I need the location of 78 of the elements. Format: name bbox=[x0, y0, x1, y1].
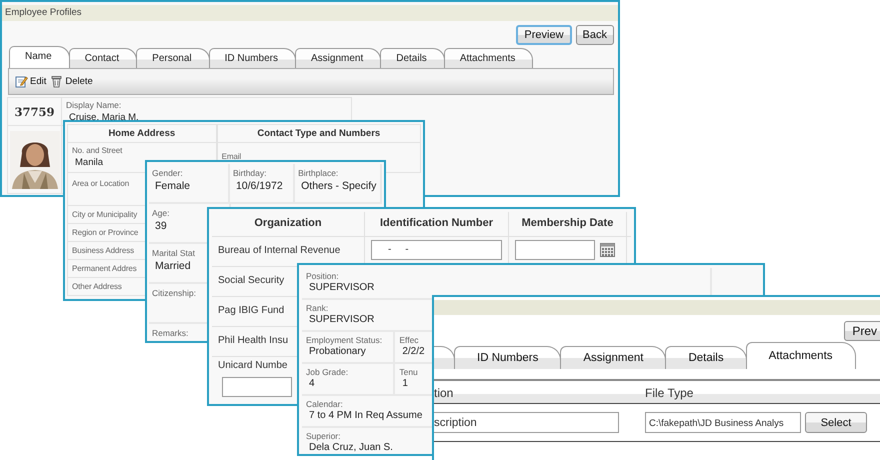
field-value: Dela Cruz, Juan S. bbox=[308, 442, 393, 453]
field-value: 39 bbox=[154, 220, 167, 232]
field-value: Others - Specify bbox=[300, 180, 376, 192]
field-label: Effec bbox=[399, 335, 419, 345]
field-label: Superior: bbox=[306, 431, 340, 441]
back-button[interactable]: Back bbox=[576, 25, 614, 45]
field-value: 2/2/2 bbox=[401, 346, 425, 357]
preview-button[interactable]: Preview bbox=[516, 25, 572, 45]
field-label: Job Grade: bbox=[306, 367, 348, 377]
field-label: Tenu bbox=[399, 367, 418, 377]
tab[interactable]: ID Numbers bbox=[208, 48, 296, 68]
field-value: Married bbox=[154, 260, 191, 272]
organization-name: Phil Health Insu bbox=[218, 335, 288, 346]
field-label: Gender: bbox=[152, 168, 183, 178]
field-value: 10/6/1972 bbox=[234, 180, 283, 192]
field-label: Area or Location bbox=[72, 179, 130, 188]
field-value: SUPERVISOR bbox=[308, 314, 374, 325]
field-label: Marital Stat bbox=[152, 248, 195, 258]
column-header: tion bbox=[434, 385, 454, 402]
tab[interactable]: Assignment bbox=[560, 346, 666, 369]
column-header: Organization bbox=[212, 212, 365, 236]
field-label: Citizenship: bbox=[152, 288, 196, 298]
organization-name: Unicard Numbe bbox=[218, 360, 288, 371]
field-value: SUPERVISOR bbox=[308, 282, 374, 293]
trash-icon bbox=[50, 75, 64, 88]
field-label: Other Address bbox=[72, 282, 122, 291]
date-field[interactable] bbox=[515, 240, 595, 260]
field-label: Calendar: bbox=[306, 399, 343, 409]
tab[interactable]: Attachments bbox=[746, 342, 856, 369]
delete-button[interactable]: Delete bbox=[50, 75, 93, 88]
tab[interactable]: Name bbox=[9, 46, 70, 68]
field-value: 1 bbox=[401, 378, 408, 389]
organization-name: Pag IBIG Fund bbox=[218, 305, 284, 316]
column-header: Membership Date bbox=[509, 212, 627, 236]
description-field[interactable]: scription bbox=[434, 412, 619, 433]
field-value: Probationary bbox=[308, 346, 366, 357]
organization-name: Bureau of Internal Revenue bbox=[218, 245, 340, 256]
field-label: Business Address bbox=[72, 246, 134, 255]
employee-id: 37759 bbox=[7, 97, 62, 126]
input-field[interactable] bbox=[222, 377, 292, 397]
edit-button[interactable]: Edit bbox=[15, 75, 46, 88]
field-label: Display Name: bbox=[66, 100, 122, 110]
tab[interactable]: ID Numbers bbox=[454, 346, 562, 369]
field-label: Rank: bbox=[306, 303, 328, 313]
field-label: Region or Province bbox=[72, 228, 138, 237]
preview-button[interactable]: Prev bbox=[844, 321, 880, 341]
field-label: Birthplace: bbox=[298, 168, 338, 178]
field-label: Birthday: bbox=[232, 168, 266, 178]
field-label: Remarks: bbox=[152, 328, 188, 338]
column-header: Contact Type and Numbers bbox=[216, 124, 421, 143]
field-value: Manila bbox=[74, 157, 103, 168]
input-field[interactable]: - - bbox=[371, 240, 502, 260]
tab[interactable]: Assignment bbox=[294, 48, 382, 68]
tab[interactable]: Personal bbox=[136, 48, 210, 68]
field-value: Cruise, Maria M. bbox=[68, 112, 139, 123]
organization-name: Social Security bbox=[218, 275, 284, 286]
select-button[interactable]: Select bbox=[805, 412, 867, 433]
calendar-icon[interactable] bbox=[600, 243, 615, 257]
field-label: Email bbox=[222, 152, 242, 161]
field-label: Permanent Addres bbox=[72, 264, 137, 273]
field-value: 7 to 4 PM In Req Assume bbox=[308, 410, 422, 421]
column-header: Identification Number bbox=[365, 212, 509, 236]
file-field[interactable]: C:\fakepath\JD Business Analys bbox=[645, 412, 801, 433]
field-value: 4 bbox=[308, 378, 315, 389]
field-label: Age: bbox=[152, 208, 170, 218]
field-label: No. and Street bbox=[72, 146, 122, 155]
field-label: City or Municipality bbox=[72, 210, 138, 219]
field-value: Female bbox=[154, 180, 190, 192]
field-label: Employment Status: bbox=[306, 335, 382, 345]
window-title: Employee Profiles bbox=[2, 5, 618, 21]
column-header: Home Address bbox=[67, 124, 217, 143]
column-header: File Type bbox=[645, 385, 694, 402]
tab[interactable]: Attachments bbox=[444, 48, 534, 68]
edit-icon bbox=[15, 75, 28, 88]
tab[interactable]: Contact bbox=[68, 48, 138, 68]
tab[interactable]: Details bbox=[665, 346, 747, 369]
field-label: Position: bbox=[306, 271, 339, 281]
tab[interactable]: Details bbox=[380, 48, 445, 68]
